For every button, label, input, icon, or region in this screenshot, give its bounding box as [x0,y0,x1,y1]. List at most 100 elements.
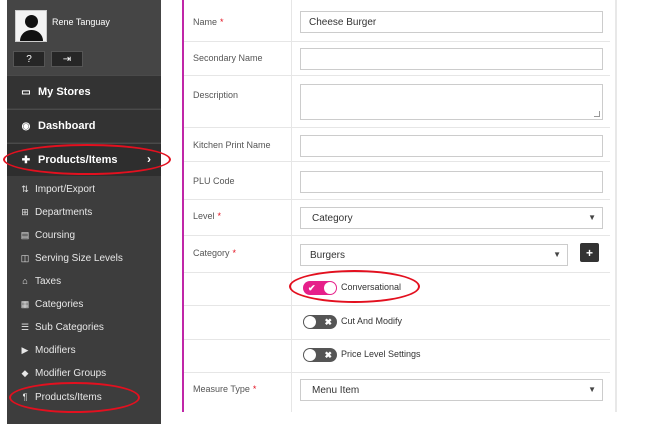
modifiers-icon: ▶ [21,344,29,355]
toggle-knob [324,282,336,294]
submenu-label: Import/Export [35,183,96,195]
row-divider [291,306,292,339]
cut-and-modify-toggle[interactable]: ✖ [303,315,337,329]
scroll-edge [615,0,617,412]
level-label: Level * [193,211,222,221]
user-name: Rene Tanguay [52,17,110,27]
user-panel: Rene Tanguay ? ⇥ [7,0,161,76]
departments-icon: ⊞ [21,206,29,217]
form-row-conversational: ✔ Conversational [184,273,610,306]
submenu-import-export[interactable]: ⇅ Import/Export [7,178,161,200]
submenu-label: Serving Size Levels [35,252,123,264]
resize-handle-icon[interactable] [594,111,600,117]
modifier-groups-icon: ◆ [21,367,29,378]
submenu-taxes[interactable]: ⌂ Taxes [7,270,161,292]
conversational-label: Conversational [341,282,402,292]
form-row-measure-type: Measure Type * Menu Item ▼ [184,373,610,412]
form-row-level: Level * Category ▼ [184,200,610,236]
plus-icon: + [585,245,593,260]
row-divider [291,128,292,161]
form-row-kitchen-print-name: Kitchen Print Name [184,128,610,162]
chevron-down-icon: ▼ [588,213,596,222]
cut-and-modify-label: Cut And Modify [341,316,403,326]
logout-button[interactable]: ⇥ [51,51,83,67]
import-export-icon: ⇅ [21,183,29,194]
measure-type-select[interactable]: Menu Item ▼ [300,379,603,401]
row-divider [291,162,292,199]
submenu-label: Coursing [35,229,76,241]
price-level-settings-toggle[interactable]: ✖ [303,348,337,362]
description-label: Description [193,90,239,100]
name-label: Name * [193,17,224,27]
menu-my-stores-label: My Stores [38,86,91,98]
logout-icon: ⇥ [62,53,72,65]
menu-dashboard-label: Dashboard [38,120,96,132]
submenu-label: Products/Items [35,391,102,403]
sub-categories-icon: ☰ [20,321,30,332]
help-button[interactable]: ? [13,51,45,67]
submenu-coursing[interactable]: ▤ Coursing [7,224,161,246]
category-label: Category * [193,248,237,258]
submenu-label: Departments [35,206,93,218]
row-divider [291,273,292,305]
category-select[interactable]: Burgers ▼ [300,244,568,266]
price-level-settings-label: Price Level Settings [341,349,421,359]
conversational-toggle[interactable]: ✔ [303,281,337,295]
dashboard-icon: ◉ [21,120,31,132]
product-form: Name * Cheese Burger Secondary Name Descr… [182,0,610,412]
row-divider [291,0,292,41]
description-textarea[interactable] [300,84,603,120]
measure-type-label: Measure Type * [193,384,257,394]
form-row-plu-code: PLU Code [184,162,610,200]
name-input[interactable]: Cheese Burger [300,11,603,33]
form-row-description: Description [184,76,610,128]
avatar-body [20,30,43,41]
form-row-secondary-name: Secondary Name [184,42,610,76]
add-category-button[interactable]: + [580,243,599,262]
plu-code-input[interactable] [300,171,603,193]
row-divider [291,200,292,235]
categories-icon: ▦ [20,298,30,309]
submenu-label: Taxes [35,275,62,287]
submenu-label: Sub Categories [35,321,104,333]
secondary-name-input[interactable] [300,48,603,70]
form-row-category: Category * Burgers ▼ [184,236,610,273]
form-row-cut-and-modify: ✖ Cut And Modify [184,306,610,340]
kitchen-print-name-label: Kitchen Print Name [193,140,271,150]
chevron-right-icon: › [147,152,151,166]
products-items-icon: ¶ [22,392,28,402]
help-icon: ? [26,53,32,65]
chevron-down-icon: ▼ [588,385,596,394]
x-icon: ✖ [324,350,332,360]
kitchen-print-name-input[interactable] [300,135,603,157]
plu-code-label: PLU Code [193,176,235,186]
submenu-modifier-groups[interactable]: ◆ Modifier Groups [7,362,161,384]
submenu-modifiers[interactable]: ▶ Modifiers [7,339,161,361]
toggle-knob [304,349,316,361]
avatar[interactable] [15,10,47,42]
submenu-categories[interactable]: ▦ Categories [7,293,161,315]
submenu-label: Modifier Groups [35,367,107,379]
category-value: Burgers [310,249,346,261]
menu-dashboard[interactable]: ◉ Dashboard [7,109,161,142]
secondary-name-label: Secondary Name [193,53,263,63]
menu-products-items[interactable]: ✚ Products/Items › [7,143,161,176]
row-divider [291,42,292,75]
chevron-down-icon: ▼ [553,250,561,259]
basket-icon: ✚ [21,154,31,166]
menu-products-label: Products/Items [38,154,118,166]
x-icon: ✖ [324,317,332,327]
store-icon: ▭ [21,86,31,98]
menu-my-stores[interactable]: ▭ My Stores [7,75,161,108]
checkmark-icon: ✔ [308,283,316,293]
submenu-departments[interactable]: ⊞ Departments [7,201,161,223]
row-divider [291,373,292,412]
level-value: Category [312,212,353,224]
submenu-label: Categories [35,298,84,310]
form-row-name: Name * Cheese Burger [184,0,610,42]
submenu-serving-size-levels[interactable]: ◫ Serving Size Levels [7,247,161,269]
level-select[interactable]: Category ▼ [300,207,603,229]
submenu-sub-categories[interactable]: ☰ Sub Categories [7,316,161,338]
taxes-icon: ⌂ [22,276,28,286]
submenu-products-items[interactable]: ¶ Products/Items [7,386,161,408]
